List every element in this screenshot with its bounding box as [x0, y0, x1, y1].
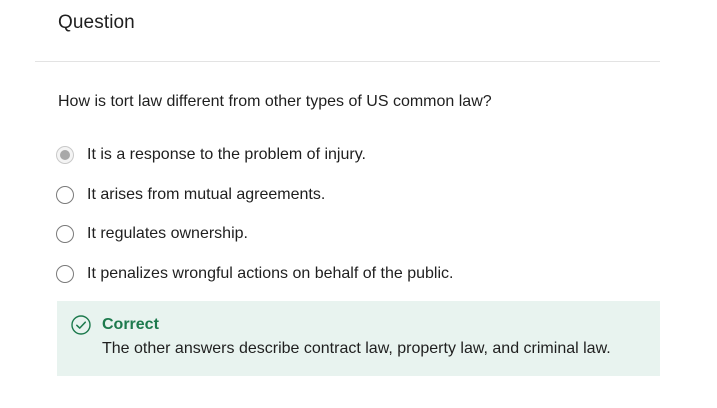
answer-option-label: It is a response to the problem of injur… [87, 146, 366, 163]
answer-option-label: It regulates ownership. [87, 225, 248, 242]
radio-button[interactable] [56, 185, 74, 204]
answer-option-2[interactable]: It arises from mutual agreements. [56, 183, 656, 207]
radio-dot [60, 150, 70, 160]
answer-option-label: It arises from mutual agreements. [87, 185, 326, 203]
answer-options: It is a response to the problem of injur… [56, 143, 656, 301]
answer-option-label: It penalizes wrongful actions on behalf … [87, 264, 454, 282]
divider [35, 61, 660, 62]
answer-option-1[interactable]: It is a response to the problem of injur… [56, 143, 656, 167]
feedback-message: The other answers describe contract law,… [102, 340, 611, 357]
quiz-question-panel: Question How is tort law different from … [0, 0, 717, 408]
feedback-status: Correct [102, 316, 159, 333]
answer-option-3[interactable]: It regulates ownership. [56, 222, 656, 246]
section-title: Question [58, 12, 135, 33]
feedback-header: Correct [71, 315, 159, 335]
answer-option-4[interactable]: It penalizes wrongful actions on behalf … [56, 262, 656, 286]
check-circle-icon [71, 315, 91, 335]
radio-button[interactable] [56, 225, 74, 243]
question-prompt: How is tort law different from other typ… [58, 93, 492, 110]
radio-button-selected[interactable] [56, 146, 74, 164]
feedback-box: Correct The other answers describe contr… [57, 301, 660, 376]
radio-button[interactable] [56, 264, 74, 283]
